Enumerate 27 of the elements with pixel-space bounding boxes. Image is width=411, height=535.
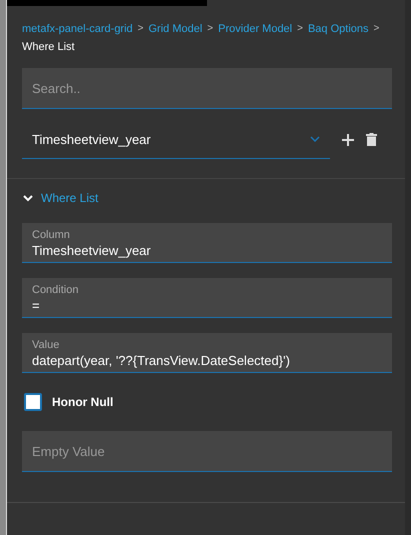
field-value: = bbox=[32, 297, 41, 315]
chevron-down-icon bbox=[310, 136, 320, 142]
delete-button[interactable] bbox=[366, 133, 377, 146]
checkbox[interactable] bbox=[24, 393, 42, 411]
field-label: Column bbox=[32, 228, 71, 242]
field-label: Condition bbox=[32, 283, 80, 297]
separator-icon: > bbox=[374, 20, 380, 38]
breadcrumb-link[interactable]: metafx-panel-card-grid bbox=[22, 20, 133, 38]
breadcrumb-link[interactable]: Grid Model bbox=[148, 20, 202, 38]
separator-icon: > bbox=[297, 20, 303, 38]
breadcrumb-link[interactable]: Baq Options bbox=[308, 20, 369, 38]
input-field[interactable]: Condition = bbox=[22, 278, 392, 318]
checkbox-label: Honor Null bbox=[52, 395, 114, 409]
field-value: datepart(year, '??{TransView.DateSelected}') bbox=[32, 352, 291, 370]
breadcrumb-link[interactable]: Where List bbox=[22, 38, 75, 56]
field-value: Timesheetview_year bbox=[32, 242, 152, 260]
search-field[interactable]: Search.. bbox=[22, 68, 392, 109]
column-select[interactable]: Timesheetview_year bbox=[22, 120, 330, 159]
section-header[interactable]: Where List bbox=[23, 191, 405, 205]
separator-icon: > bbox=[207, 20, 214, 38]
input-field[interactable]: Column Timesheetview_year bbox=[22, 223, 392, 263]
breadcrumb-link[interactable]: Provider Model bbox=[218, 20, 292, 38]
field-label: Value bbox=[32, 338, 60, 352]
add-button[interactable] bbox=[342, 134, 354, 146]
input-field[interactable]: Empty Value bbox=[22, 431, 392, 472]
separator-icon: > bbox=[138, 20, 144, 38]
input-field[interactable]: Value datepart(year, '??{TransView.DateSelected}') bbox=[22, 333, 392, 373]
